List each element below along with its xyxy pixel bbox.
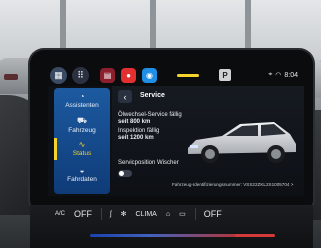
ac-button[interactable]: A/C [55, 211, 65, 217]
service-panel: ‹ Service Ölwechsel-Service fällig seit … [112, 86, 304, 196]
climate-bar: A/C OFF ʃ ✻ CLIMA ⌂ ▭ OFF [55, 203, 305, 225]
status-indicator [177, 73, 199, 77]
location-icon: ⌖ [268, 71, 273, 78]
wiper-service-label: Servicposition Wischer [118, 160, 179, 166]
divider [101, 208, 103, 220]
background-car-left [0, 58, 30, 94]
top-app-bar: ▦ ⠿ ▤ ● ◉ P ⌖ ◠ 8:04 [50, 64, 298, 86]
back-button[interactable]: ‹ [118, 90, 132, 103]
inspection-value: seit 1200 km [118, 135, 154, 141]
divider [194, 208, 196, 220]
background-beam [150, 0, 156, 55]
wifi-icon: ◠ [275, 72, 282, 79]
status-area: ⌖ ◠ 8:04 [268, 71, 298, 79]
car-icon: ⛟ [76, 116, 88, 125]
grid-icon[interactable]: ▦ [50, 66, 67, 84]
sidebar-item-label: Fahrdaten [67, 176, 97, 183]
sidebar-item-assistenten[interactable]: ◔ Assistenten [54, 92, 110, 109]
climate-button[interactable]: CLIMA [135, 211, 156, 218]
chevron-left-icon: ‹ [123, 91, 127, 102]
oil-service-value: seit 800 km [118, 119, 151, 125]
inspection-title: Inspektion fällig [118, 128, 160, 134]
background-beam [245, 0, 251, 55]
wiper-toggle[interactable] [118, 170, 132, 177]
apps-icon[interactable]: ⠿ [72, 66, 89, 84]
sidebar-item-fahrdaten[interactable]: ◒ Fahrdaten [54, 166, 110, 183]
parking-badge: P [219, 69, 231, 81]
car-image [188, 122, 296, 163]
status-wave-icon: ∿ [78, 140, 86, 149]
oil-service-item: Ölwechsel-Service fällig seit 800 km [118, 112, 182, 126]
car-app-icon[interactable]: ▤ [100, 67, 115, 83]
inspection-item: Inspektion fällig seit 1200 km [118, 128, 159, 142]
rear-defrost-icon[interactable]: ▭ [179, 210, 186, 218]
assistant-icon: ◔ [79, 92, 85, 101]
sidebar-item-status[interactable]: ∿ Status [54, 140, 110, 157]
background-beam [60, 0, 66, 55]
sidebar-item-fahrzeug[interactable]: ⛟ Fahrzeug [54, 116, 110, 134]
sidebar-item-label: Status [72, 150, 92, 157]
sidebar-item-label: Fahrzeug [68, 127, 96, 134]
seat-heat-icon[interactable]: ʃ [110, 211, 112, 218]
left-temp[interactable]: OFF [74, 209, 92, 219]
temperature-slider-right[interactable] [235, 234, 275, 237]
page-title: Service [140, 92, 165, 99]
vin-link[interactable]: Fahrzeug-Identifizierungsnummer: VSS22ZK… [172, 182, 293, 187]
sidebar-item-label: Assistenten [65, 102, 99, 109]
clock: 8:04 [284, 71, 298, 79]
temperature-slider[interactable] [90, 234, 240, 237]
defrost-icon[interactable]: ⌂ [166, 211, 170, 218]
blue-app-icon[interactable]: ◉ [142, 67, 157, 83]
fan-icon[interactable]: ✻ [121, 210, 127, 218]
sidebar: ◔ Assistenten ⛟ Fahrzeug ∿ Status ◒ Fahr… [54, 88, 110, 194]
main-screen: ◔ Assistenten ⛟ Fahrzeug ∿ Status ◒ Fahr… [48, 86, 304, 196]
gauge-icon: ◒ [79, 166, 85, 175]
red-app-icon[interactable]: ● [121, 67, 136, 83]
oil-service-title: Ölwechsel-Service fällig [118, 112, 182, 118]
right-temp[interactable]: OFF [204, 209, 222, 219]
